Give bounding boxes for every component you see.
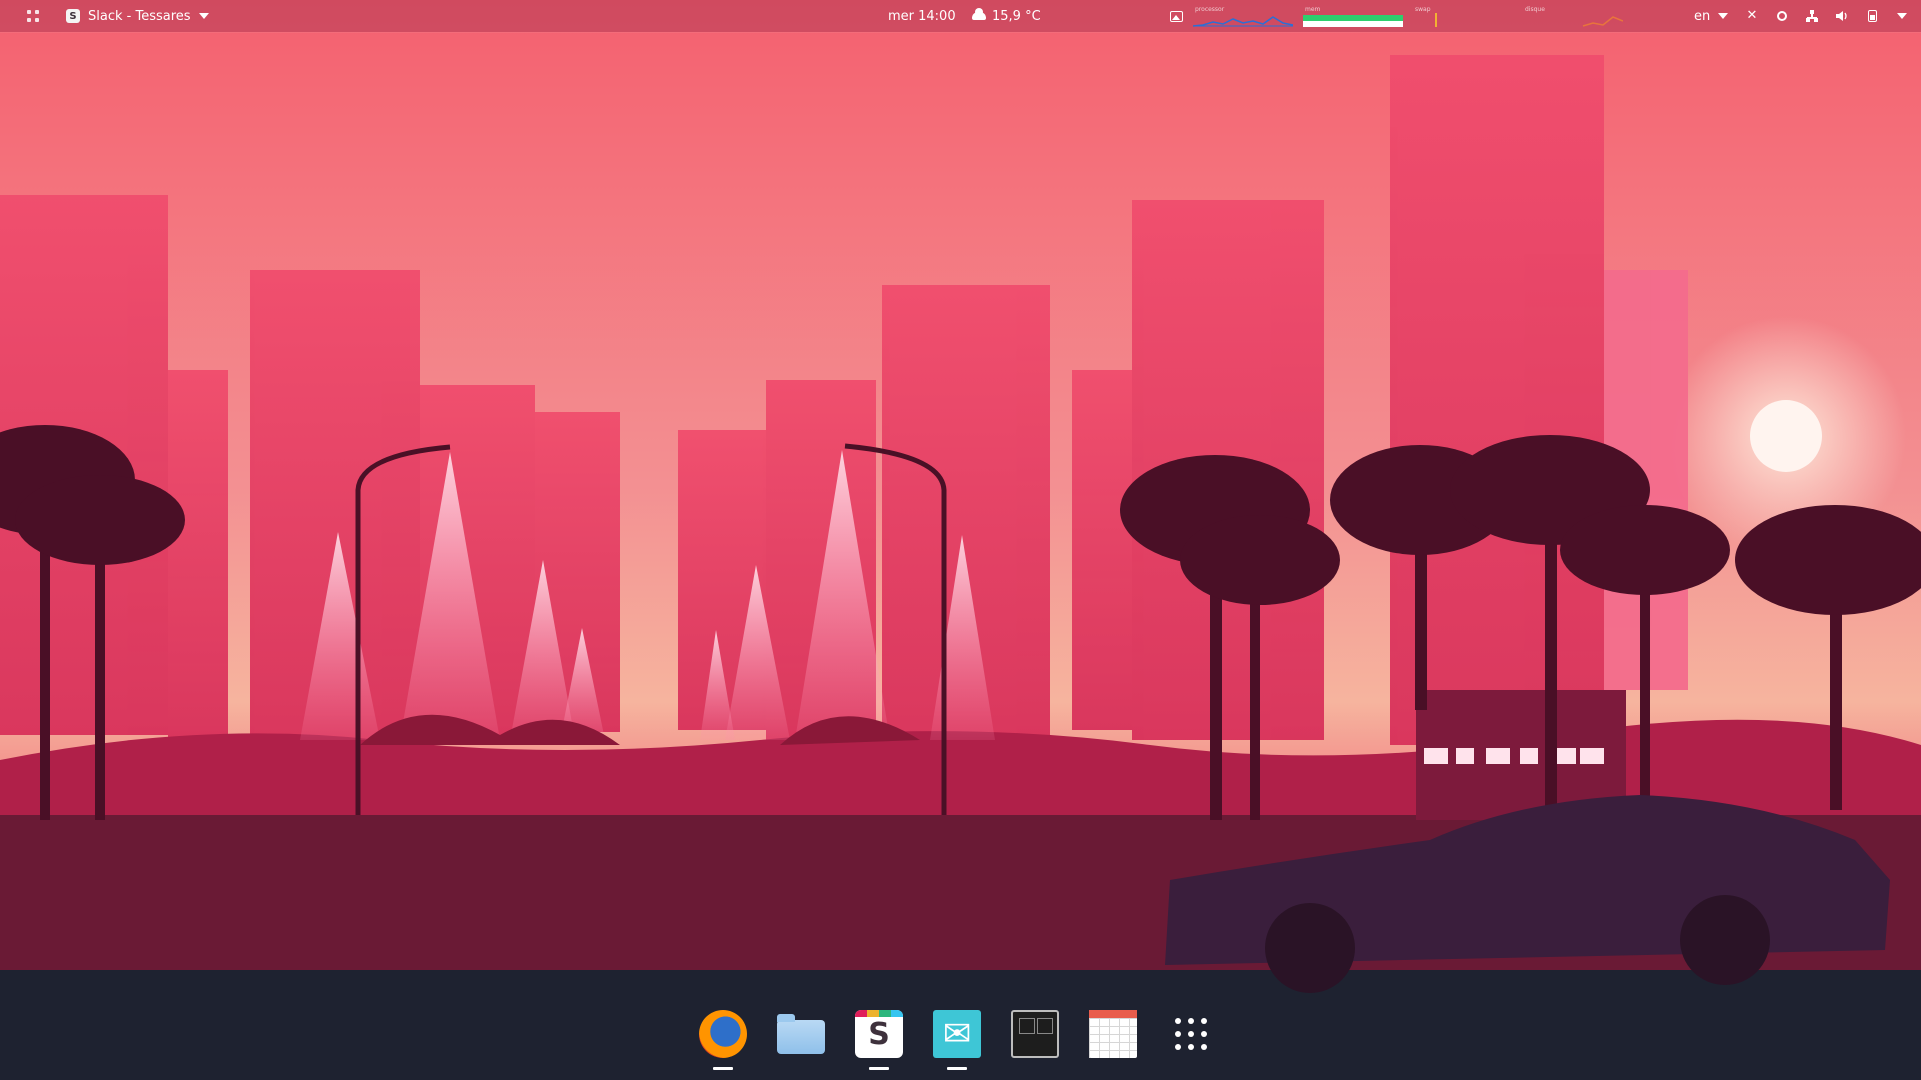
- dock-item-slack[interactable]: S: [854, 1010, 904, 1070]
- system-tray: ✕: [1746, 0, 1908, 32]
- dock-item-mail[interactable]: ✉: [932, 1010, 982, 1070]
- spreadsheet-icon: [1089, 1010, 1137, 1058]
- record-icon: [1777, 11, 1787, 21]
- running-indicator: [947, 1067, 967, 1070]
- close-icon[interactable]: ✕: [1746, 9, 1758, 22]
- battery-icon-button[interactable]: [1866, 10, 1878, 22]
- slack-icon: S: [66, 9, 80, 23]
- dock-item-files[interactable]: [776, 1010, 826, 1070]
- system-monitor[interactable]: processor mem swap disque: [1170, 0, 1623, 32]
- running-indicator: [713, 1067, 733, 1070]
- chevron-down-icon: [1718, 13, 1729, 19]
- dropdown-icon: [1897, 13, 1907, 19]
- clock-label: mer 14:00: [888, 8, 956, 24]
- mail-glyph: ✉: [942, 1014, 972, 1054]
- dock: S ✉: [0, 998, 1921, 1080]
- memory-graph: mem: [1303, 5, 1403, 27]
- app-menu[interactable]: S Slack - Tessares: [66, 0, 209, 32]
- cloud-icon: [972, 8, 986, 20]
- language-label: en: [1694, 8, 1711, 24]
- mail-icon: ✉: [933, 1010, 981, 1058]
- activities-button[interactable]: [22, 0, 44, 32]
- folder-icon: [777, 1014, 825, 1054]
- terminal-icon: [1011, 1010, 1059, 1058]
- swap-graph: swap: [1413, 5, 1513, 27]
- apps-grid-icon: [1167, 1010, 1215, 1058]
- disk-graph: disque: [1523, 5, 1623, 27]
- running-indicator: [869, 1067, 889, 1070]
- battery-icon: [1867, 10, 1877, 22]
- slack-icon: S: [855, 1010, 903, 1058]
- dock-item-spreadsheet[interactable]: [1088, 1010, 1138, 1070]
- show-applications-button[interactable]: [1166, 1010, 1216, 1070]
- clock[interactable]: mer 14:00: [888, 0, 956, 32]
- system-menu-button[interactable]: [1896, 10, 1908, 22]
- grid-icon: [27, 10, 39, 22]
- chevron-down-icon: [198, 13, 209, 19]
- top-panel: S Slack - Tessares mer 14:00 15,9 °C pro…: [0, 0, 1921, 32]
- image-icon: [1170, 10, 1183, 22]
- cpu-graph: processor: [1193, 5, 1293, 27]
- volume-icon[interactable]: [1836, 10, 1848, 22]
- app-menu-label: Slack - Tessares: [88, 8, 191, 24]
- record-icon-button[interactable]: [1776, 10, 1788, 22]
- desktop-wallpaper: [0, 0, 1921, 1080]
- temperature-label: 15,9 °C: [992, 8, 1041, 24]
- dock-item-terminal[interactable]: [1010, 1010, 1060, 1070]
- language-selector[interactable]: en: [1694, 0, 1729, 32]
- dock-item-firefox[interactable]: [698, 1010, 748, 1070]
- slack-letter: S: [868, 1016, 890, 1052]
- firefox-icon: [699, 1010, 747, 1058]
- network-icon[interactable]: [1806, 10, 1818, 22]
- weather-indicator[interactable]: 15,9 °C: [972, 0, 1041, 32]
